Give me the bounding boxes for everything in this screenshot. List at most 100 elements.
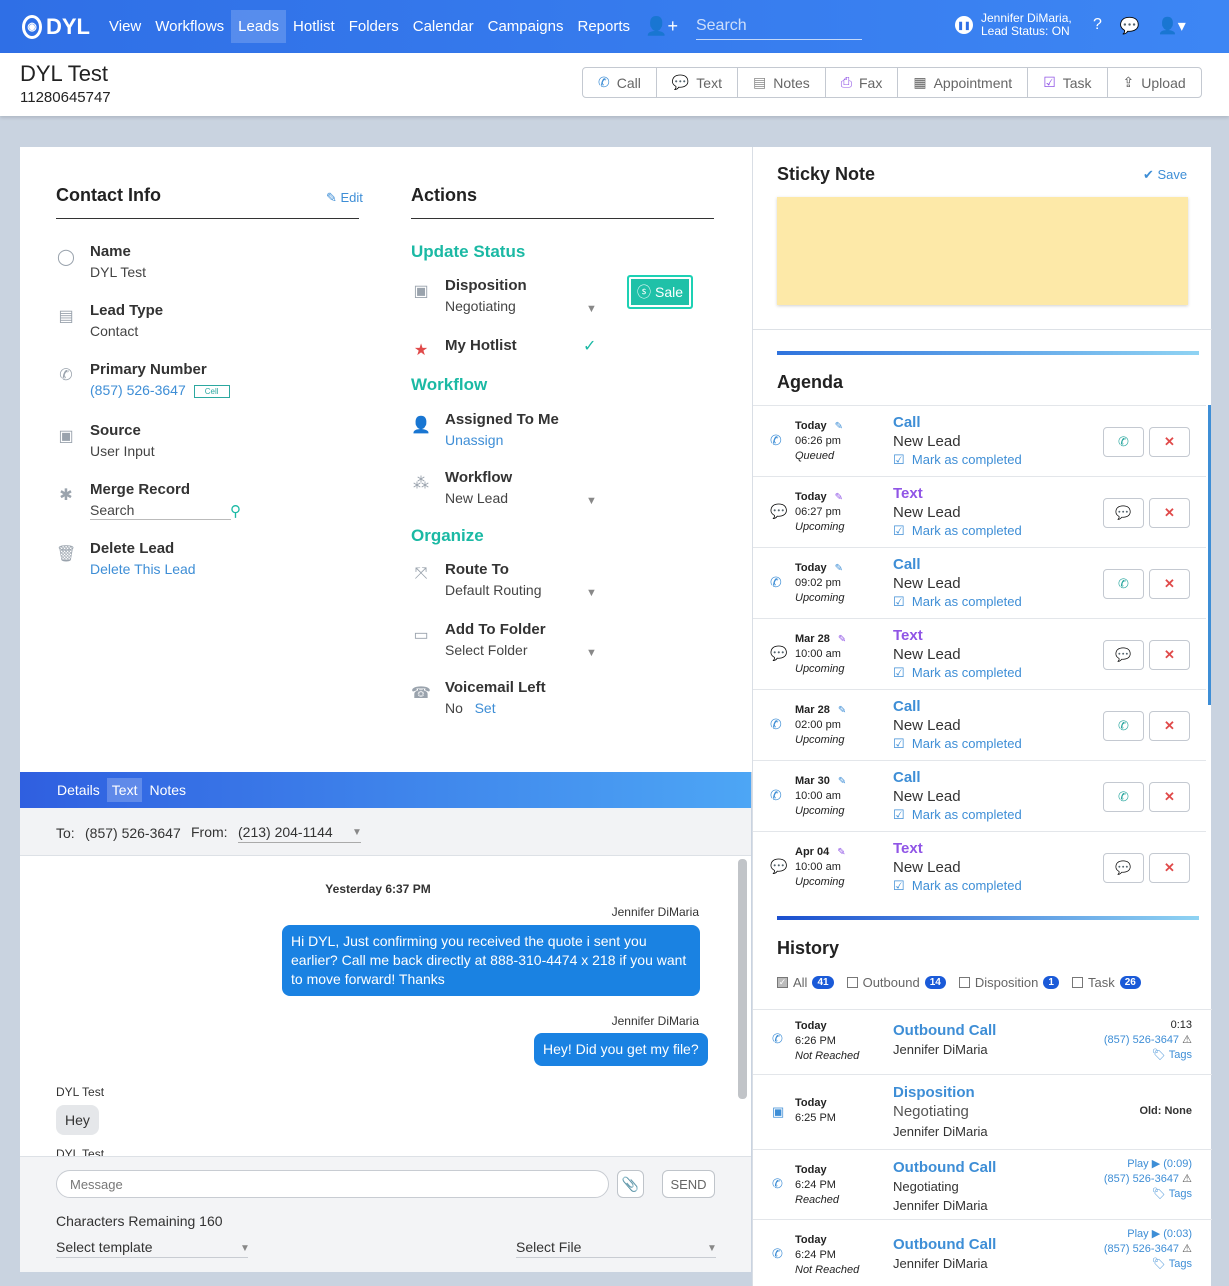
chevron-down-icon[interactable]: ▼ — [586, 303, 597, 315]
user-status[interactable]: ❚❚ Jennifer DiMaria, Lead Status: ON — [955, 12, 1072, 38]
notes-button[interactable]: ▤ Notes — [738, 68, 826, 97]
tags-link[interactable]: 🏷 Tags — [1104, 1257, 1192, 1272]
agenda-type[interactable]: Text — [893, 627, 923, 644]
chevron-down-icon[interactable]: ▼ — [586, 587, 597, 599]
send-text-button[interactable]: 💬 — [1103, 640, 1144, 670]
search-icon[interactable]: ⚲ — [230, 502, 241, 520]
delete-lead-link[interactable]: Delete This Lead — [90, 561, 196, 577]
merge-search-input[interactable]: Search — [90, 502, 231, 520]
logo[interactable]: ◉ DYL — [22, 14, 102, 40]
history-phone-link[interactable]: (857) 526-3647 — [1104, 1173, 1179, 1185]
upload-button[interactable]: ⇪ Upload — [1108, 68, 1201, 97]
add-contact-icon[interactable]: 👤+ — [645, 16, 678, 37]
history-phone-link[interactable]: (857) 526-3647 — [1104, 1243, 1179, 1255]
mark-completed-link[interactable]: ☑ Mark as completed — [893, 878, 1022, 894]
from-select[interactable]: (213) 204-1144 — [238, 824, 361, 843]
tab-details[interactable]: Details — [52, 778, 105, 802]
nav-item-campaigns[interactable]: Campaigns — [481, 10, 571, 43]
agenda-type[interactable]: Call — [893, 769, 921, 786]
pencil-icon[interactable]: ✎ — [835, 563, 843, 574]
checkbox[interactable] — [846, 977, 858, 988]
nav-item-leads[interactable]: Leads — [231, 10, 287, 43]
voicemail-set-link[interactable]: Set — [475, 700, 496, 716]
help-icon[interactable]: ? — [1093, 16, 1102, 36]
mark-completed-link[interactable]: ☑ Mark as completed — [893, 736, 1022, 752]
agenda-scrollbar[interactable] — [1208, 405, 1211, 705]
fax-button[interactable]: ⎙ Fax — [826, 68, 899, 97]
nav-item-folders[interactable]: Folders — [342, 10, 406, 43]
tab-notes[interactable]: Notes — [144, 778, 191, 802]
search-input[interactable]: Search — [695, 13, 862, 40]
chat-icon[interactable]: 💬 — [1120, 16, 1140, 36]
chevron-down-icon[interactable]: ▼ — [586, 647, 597, 659]
history-type[interactable]: Outbound Call — [893, 1159, 996, 1176]
call-now-button[interactable]: ✆ — [1103, 427, 1144, 457]
chevron-down-icon[interactable]: ▼ — [352, 827, 362, 838]
history-type[interactable]: Outbound Call — [893, 1236, 996, 1253]
tags-link[interactable]: 🏷 Tags — [1104, 1187, 1192, 1202]
dismiss-button[interactable]: ✕ — [1149, 427, 1190, 457]
nav-item-workflows[interactable]: Workflows — [148, 10, 231, 43]
text-button[interactable]: 💬 Text — [657, 68, 738, 97]
history-phone-link[interactable]: (857) 526-3647 — [1104, 1034, 1179, 1046]
mark-completed-link[interactable]: ☑ Mark as completed — [893, 452, 1022, 468]
pencil-icon[interactable]: ✎ — [838, 634, 846, 645]
pencil-icon[interactable]: ✎ — [838, 776, 846, 787]
checkbox[interactable] — [958, 977, 970, 988]
pencil-icon[interactable]: ✎ — [838, 705, 846, 716]
mark-completed-link[interactable]: ☑ Mark as completed — [893, 523, 1022, 539]
sticky-note-area[interactable] — [777, 197, 1188, 305]
send-button[interactable]: SEND — [662, 1170, 715, 1198]
hotlist-row[interactable]: ★ My Hotlist — [411, 336, 517, 360]
filter-disposition[interactable]: Disposition 1 — [958, 975, 1059, 990]
edit-link[interactable]: ✎ Edit — [326, 190, 363, 206]
tags-link[interactable]: 🏷 Tags — [1104, 1048, 1192, 1063]
mark-completed-link[interactable]: ☑ Mark as completed — [893, 594, 1022, 610]
filter-outbound[interactable]: Outbound 14 — [846, 975, 946, 990]
agenda-type[interactable]: Call — [893, 698, 921, 715]
pencil-icon[interactable]: ✎ — [837, 847, 845, 858]
call-now-button[interactable]: ✆ — [1103, 569, 1144, 599]
play-recording-link[interactable]: Play ▶ (0:09) — [1104, 1157, 1192, 1172]
call-button[interactable]: ✆ Call — [583, 68, 657, 97]
template-select[interactable]: Select template — [56, 1239, 248, 1258]
call-now-button[interactable]: ✆ — [1103, 711, 1144, 741]
play-recording-link[interactable]: Play ▶ (0:03) — [1104, 1227, 1192, 1242]
message-input[interactable]: Message — [56, 1170, 609, 1198]
call-now-button[interactable]: ✆ — [1103, 782, 1144, 812]
pencil-icon[interactable]: ✎ — [835, 421, 843, 432]
checkbox-checked[interactable]: ✓ — [777, 977, 788, 988]
dismiss-button[interactable]: ✕ — [1149, 640, 1190, 670]
send-text-button[interactable]: 💬 — [1103, 498, 1144, 528]
nav-item-reports[interactable]: Reports — [571, 10, 638, 43]
sale-button[interactable]: ⓢ Sale — [627, 275, 693, 309]
dismiss-button[interactable]: ✕ — [1149, 498, 1190, 528]
history-type[interactable]: Disposition — [893, 1084, 975, 1101]
send-text-button[interactable]: 💬 — [1103, 853, 1144, 883]
unassign-link[interactable]: Unassign — [445, 432, 559, 448]
history-type[interactable]: Outbound Call — [893, 1022, 996, 1039]
chat-scrollbar[interactable] — [738, 859, 747, 1099]
pencil-icon[interactable]: ✎ — [835, 492, 843, 503]
checkbox[interactable] — [1071, 977, 1083, 988]
dismiss-button[interactable]: ✕ — [1149, 569, 1190, 599]
folder-row[interactable]: ▭ Add To Folder Select Folder — [411, 621, 545, 658]
filter-task[interactable]: Task 26 — [1071, 975, 1141, 990]
primary-number-link[interactable]: (857) 526-3647 — [90, 382, 186, 398]
mark-completed-link[interactable]: ☑ Mark as completed — [893, 665, 1022, 681]
nav-item-calendar[interactable]: Calendar — [406, 10, 481, 43]
chevron-down-icon[interactable]: ▼ — [240, 1243, 250, 1254]
appointment-button[interactable]: ▦ Appointment — [898, 68, 1029, 97]
dismiss-button[interactable]: ✕ — [1149, 711, 1190, 741]
task-button[interactable]: ☑ Task — [1028, 68, 1108, 97]
agenda-type[interactable]: Text — [893, 840, 923, 857]
workflow-row[interactable]: ⁂ Workflow New Lead — [411, 469, 512, 506]
agenda-type[interactable]: Call — [893, 556, 921, 573]
pause-icon[interactable]: ❚❚ — [955, 16, 973, 34]
agenda-type[interactable]: Text — [893, 485, 923, 502]
dismiss-button[interactable]: ✕ — [1149, 853, 1190, 883]
check-circle-icon[interactable]: ✓ — [583, 336, 596, 356]
user-menu-icon[interactable]: 👤▾ — [1158, 16, 1186, 36]
chevron-down-icon[interactable]: ▼ — [707, 1243, 717, 1254]
attach-button[interactable]: 📎 — [617, 1170, 644, 1198]
